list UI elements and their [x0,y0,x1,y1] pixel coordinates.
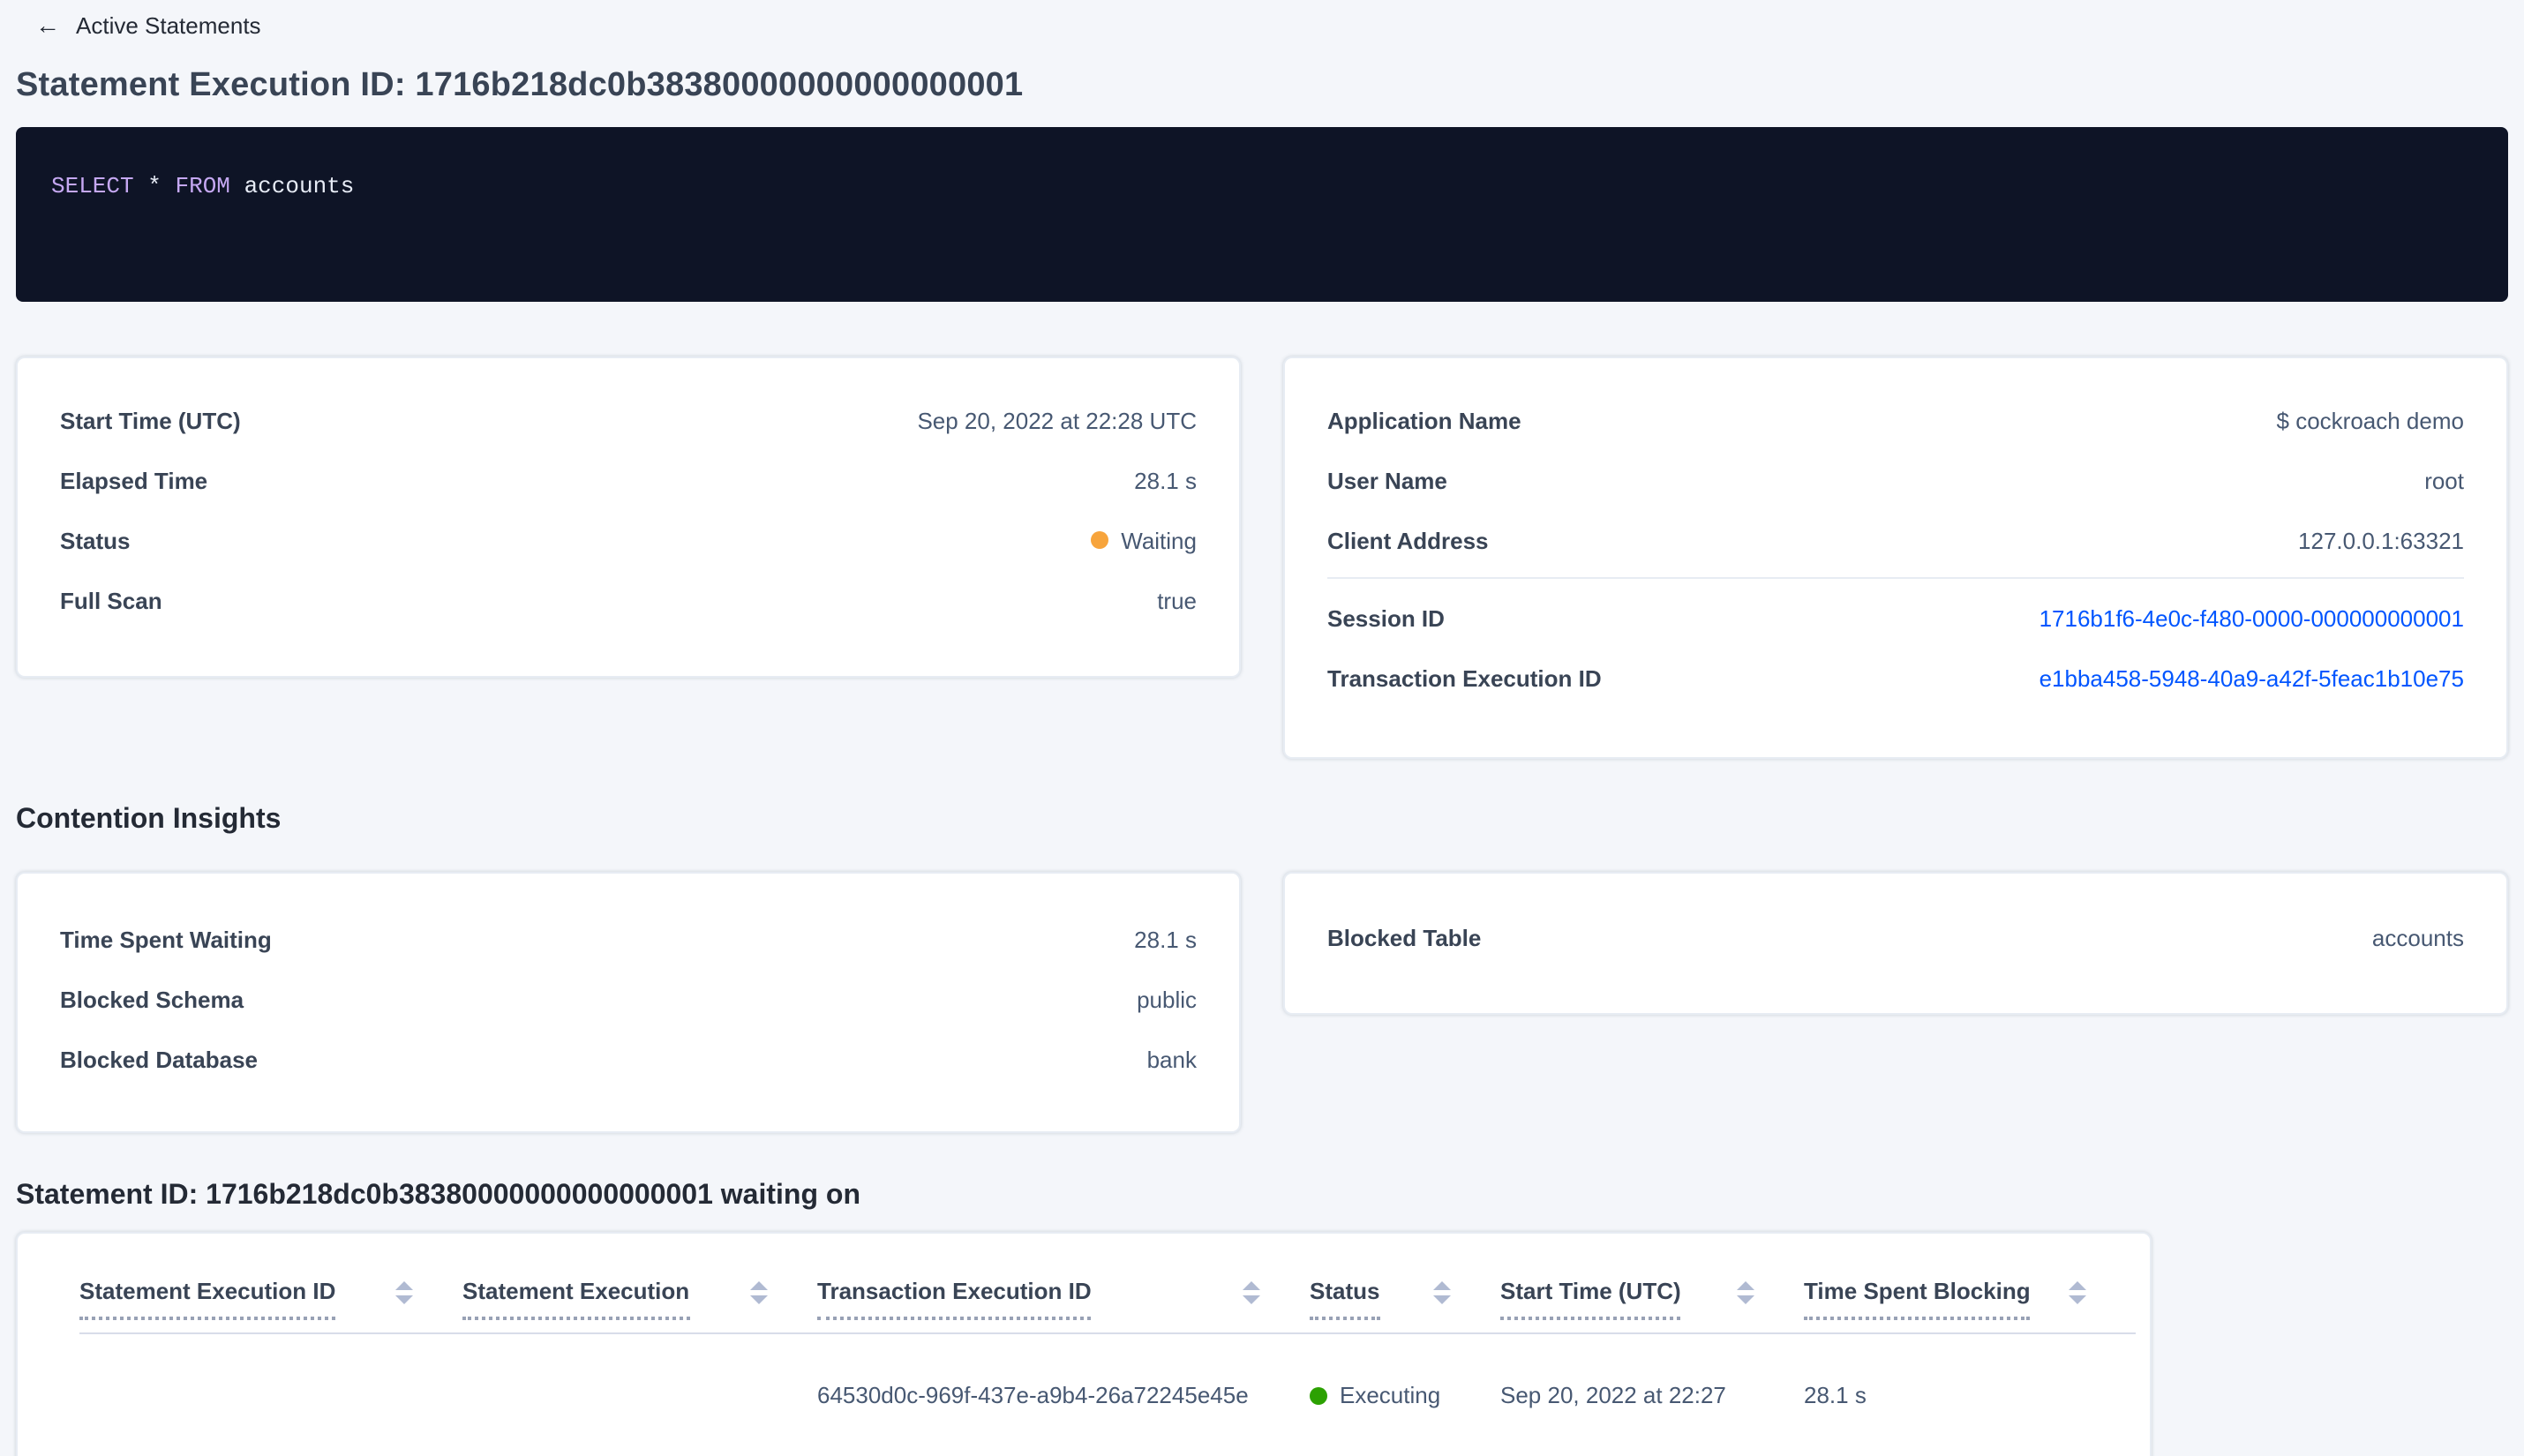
viewport: ← Active Statements Statement Execution … [0,0,2524,1456]
client-address-row: Client Address 127.0.0.1:63321 [1327,517,2464,563]
table-header-row: Statement Execution ID Statement Executi… [79,1234,2136,1334]
transaction-execution-id-link[interactable]: e1bba458-5948-40a9-a42f-5feac1b10e75 [2039,664,2464,691]
session-card-divider [1327,577,2464,579]
summary-cards-row: Start Time (UTC) Sep 20, 2022 at 22:28 U… [16,356,2508,759]
executing-status-dot-icon [1310,1386,1327,1404]
full-scan-row: Full Scan true [60,577,1197,623]
time-spent-waiting-value: 28.1 s [1134,926,1197,952]
column-header-label: Time Spent Blocking [1804,1278,2031,1320]
table-row: 64530d0c-969f-437e-a9b4-26a72245e45e Exe… [79,1334,2136,1456]
waiting-on-table-card: Statement Execution ID Statement Executi… [16,1232,2152,1456]
sql-star: * [147,173,162,199]
overview-card: Start Time (UTC) Sep 20, 2022 at 22:28 U… [16,356,1241,678]
application-name-row: Application Name $ cockroach demo [1327,397,2464,443]
waiting-on-table: Statement Execution ID Statement Executi… [79,1234,2136,1456]
column-header-transaction-execution-id[interactable]: Transaction Execution ID [817,1278,1310,1320]
sort-icon [750,1281,768,1304]
blocked-database-row: Blocked Database bank [60,1036,1197,1082]
blocked-table-row: Blocked Table accounts [1327,914,2464,960]
cell-transaction-execution-id: 64530d0c-969f-437e-a9b4-26a72245e45e [817,1382,1249,1408]
blocked-schema-label: Blocked Schema [60,986,244,1012]
cell-status-text: Executing [1340,1382,1441,1408]
elapsed-time-value: 28.1 s [1134,467,1197,493]
session-card: Application Name $ cockroach demo User N… [1283,356,2508,759]
session-id-link[interactable]: 1716b1f6-4e0c-f480-0000-000000000001 [2039,604,2464,631]
sort-icon [395,1281,413,1304]
cell-status: Executing [1310,1382,1500,1408]
status-value: Waiting [1091,527,1197,553]
start-time-value: Sep 20, 2022 at 22:28 UTC [917,407,1197,433]
full-scan-label: Full Scan [60,587,162,613]
elapsed-time-row: Elapsed Time 28.1 s [60,457,1197,503]
column-header-label: Statement Execution [462,1278,690,1320]
blocked-table-label: Blocked Table [1327,924,1482,950]
client-address-label: Client Address [1327,527,1489,553]
cell-time-spent-blocking: 28.1 s [1804,1382,1867,1408]
status-label: Status [60,527,131,553]
column-header-start-time[interactable]: Start Time (UTC) [1500,1278,1804,1320]
statement-execution-details-page: ← Active Statements Statement Execution … [0,0,2524,1456]
back-link-label: Active Statements [76,11,261,38]
session-id-row: Session ID 1716b1f6-4e0c-f480-0000-00000… [1327,595,2464,641]
column-header-time-spent-blocking[interactable]: Time Spent Blocking [1804,1278,2136,1320]
user-name-value: root [2424,467,2464,493]
column-header-statement-execution[interactable]: Statement Execution [462,1278,817,1320]
column-header-status[interactable]: Status [1310,1278,1500,1320]
elapsed-time-label: Elapsed Time [60,467,208,493]
blocked-database-label: Blocked Database [60,1046,258,1072]
user-name-row: User Name root [1327,457,2464,503]
page-title: Statement Execution ID: 1716b218dc0b3838… [16,67,1024,104]
client-address-value: 127.0.0.1:63321 [2298,527,2464,553]
column-header-statement-execution-id[interactable]: Statement Execution ID [79,1278,462,1320]
sql-table-name: accounts [244,173,355,199]
back-link[interactable]: ← Active Statements [35,7,2508,42]
time-spent-waiting-label: Time Spent Waiting [60,926,272,952]
application-name-value: $ cockroach demo [2276,407,2464,433]
sort-icon [1243,1281,1260,1304]
waiting-on-heading: Statement ID: 1716b218dc0b38380000000000… [16,1181,860,1211]
sql-keyword-from: FROM [175,173,230,199]
user-name-label: User Name [1327,467,1447,493]
contention-insights-heading: Contention Insights [16,805,282,835]
blocked-schema-row: Blocked Schema public [60,976,1197,1022]
back-arrow-icon: ← [35,11,60,39]
column-header-label: Transaction Execution ID [817,1278,1092,1320]
sort-icon [1433,1281,1451,1304]
application-name-label: Application Name [1327,407,1521,433]
blocked-database-value: bank [1146,1046,1197,1072]
blocked-table-card: Blocked Table accounts [1283,872,2508,1015]
full-scan-value: true [1157,587,1197,613]
blocked-schema-value: public [1137,986,1197,1012]
contention-details-card: Time Spent Waiting 28.1 s Blocked Schema… [16,872,1241,1133]
sql-keyword-select: SELECT [51,173,134,199]
cell-start-time: Sep 20, 2022 at 22:27 [1500,1382,1726,1408]
time-spent-waiting-row: Time Spent Waiting 28.1 s [60,916,1197,962]
status-row: Status Waiting [60,517,1197,563]
session-id-label: Session ID [1327,604,1445,631]
column-header-label: Status [1310,1278,1380,1320]
contention-cards-row: Time Spent Waiting 28.1 s Blocked Schema… [16,872,2508,1133]
sql-statement-box: SELECT * FROM accounts [16,127,2508,302]
start-time-label: Start Time (UTC) [60,407,241,433]
status-value-text: Waiting [1121,527,1197,553]
sort-icon [2069,1281,2086,1304]
blocked-table-value: accounts [2371,924,2464,950]
column-header-label: Start Time (UTC) [1500,1278,1681,1320]
waiting-status-dot-icon [1091,531,1109,549]
transaction-execution-id-label: Transaction Execution ID [1327,664,1602,691]
transaction-execution-id-row: Transaction Execution ID e1bba458-5948-4… [1327,655,2464,701]
column-header-label: Statement Execution ID [79,1278,336,1320]
start-time-row: Start Time (UTC) Sep 20, 2022 at 22:28 U… [60,397,1197,443]
sort-icon [1737,1281,1754,1304]
sql-statement: SELECT * FROM accounts [51,173,354,199]
